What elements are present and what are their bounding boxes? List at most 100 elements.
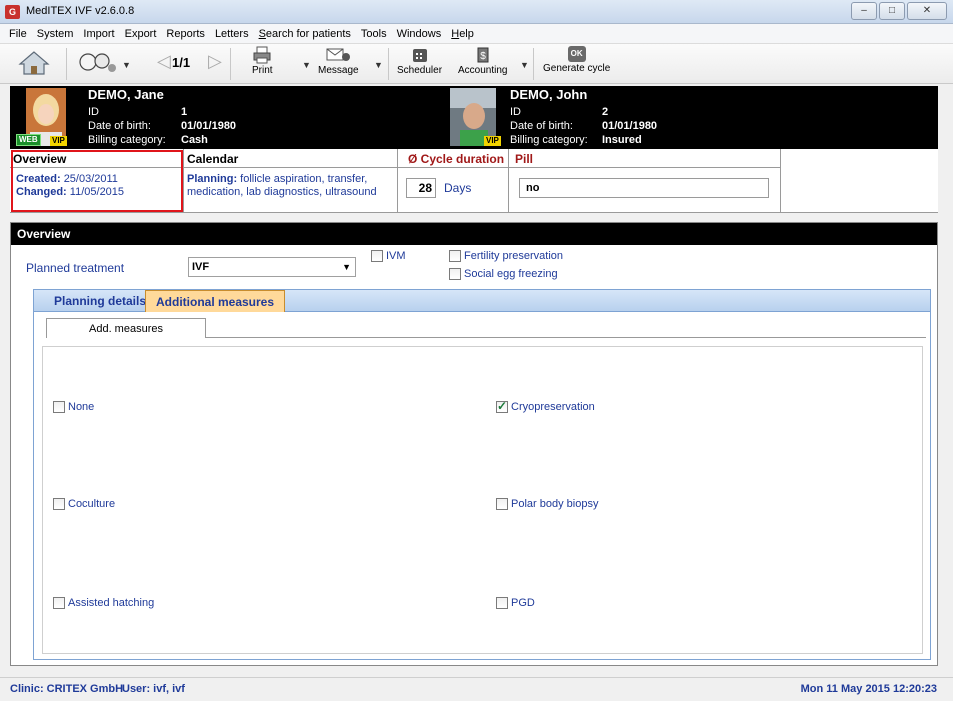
menu-file[interactable]: File [4, 28, 32, 40]
menu-import[interactable]: Import [78, 28, 119, 40]
home-button[interactable] [18, 50, 50, 77]
pgd-checkbox[interactable]: PGD [496, 597, 535, 609]
female-patient-dob: 01/01/1980 [181, 120, 237, 132]
vip-badge: VIP [50, 136, 67, 146]
id-label: ID [510, 106, 521, 118]
male-patient-dob: 01/01/1980 [602, 120, 658, 132]
home-icon [18, 51, 50, 75]
patients-icon [79, 53, 116, 72]
overview-tabs: Planning details Additional measures [33, 289, 931, 312]
checkbox-box [449, 250, 461, 262]
planned-treatment-label: Planned treatment [26, 261, 125, 275]
scheduler-label: Scheduler [397, 65, 443, 76]
window-title: MedITEX IVF v2.6.0.8 [26, 5, 135, 17]
tab-additional-measures[interactable]: Additional measures [145, 290, 286, 312]
next-icon[interactable]: ▷ [208, 51, 222, 72]
dob-label: Date of birth: [88, 120, 151, 132]
menu-export[interactable]: Export [120, 28, 162, 40]
calendar-cell[interactable]: Calendar Planning: follicle aspiration, … [184, 149, 398, 212]
measure-label: Coculture [68, 498, 116, 510]
patients-button[interactable] [76, 50, 118, 77]
subtab-add-measures[interactable]: Add. measures [46, 318, 206, 338]
close-button[interactable]: ✕ [907, 2, 947, 20]
generate-cycle-label: Generate cycle [543, 63, 611, 74]
chevron-down-icon[interactable]: ▼ [302, 60, 311, 70]
user-status: User: ivf, ivf [122, 683, 185, 695]
menu-windows[interactable]: Windows [392, 28, 447, 40]
overview-highlight [11, 150, 183, 212]
checkbox-box [53, 597, 65, 609]
chevron-down-icon[interactable]: ▼ [122, 60, 131, 70]
fertility-preservation-label: Fertility preservation [464, 250, 564, 262]
measure-label: Cryopreservation [511, 401, 595, 413]
assisted-hatching-checkbox[interactable]: Assisted hatching [53, 597, 154, 609]
window-controls: – □ ✕ [851, 2, 947, 20]
polar-body-biopsy-checkbox[interactable]: Polar body biopsy [496, 498, 598, 510]
menu-help[interactable]: Help [446, 28, 479, 40]
measure-label: Polar body biopsy [511, 498, 599, 510]
menu-letters[interactable]: Letters [210, 28, 254, 40]
print-button[interactable]: Print [252, 46, 273, 76]
app-icon: G [5, 5, 20, 19]
message-button[interactable]: Message [318, 46, 359, 76]
female-patient-id: 1 [181, 106, 188, 118]
vip-badge: VIP [484, 136, 501, 146]
checkbox-box [496, 498, 508, 510]
female-patient-name: DEMO, Jane [88, 87, 164, 102]
checkbox-box [53, 498, 65, 510]
social-egg-freezing-label: Social egg freezing [464, 268, 558, 280]
menu-system[interactable]: System [32, 28, 79, 40]
menu-search-for-patients[interactable]: Search for patients [254, 28, 356, 40]
calendar-icon [412, 49, 427, 62]
title-bar: G MedITEX IVF v2.6.0.8 – □ ✕ [0, 0, 953, 24]
dob-label: Date of birth: [510, 120, 573, 132]
measures-group: None Cryopreservation Coculture Polar bo… [42, 346, 923, 654]
print-label: Print [252, 65, 273, 76]
checkbox-box [449, 268, 461, 280]
checkbox-box [53, 401, 65, 413]
previous-icon[interactable]: ◁ [157, 51, 171, 72]
accounting-icon: $ [477, 47, 489, 63]
calendar-heading: Calendar [187, 152, 239, 166]
male-billing-category: Insured [602, 134, 642, 146]
pill-input[interactable]: no [519, 178, 769, 198]
coculture-checkbox[interactable]: Coculture [53, 498, 115, 510]
measure-label: PGD [511, 597, 535, 609]
accounting-label: Accounting [458, 65, 508, 76]
patient-header: WEB VIP DEMO, Jane ID 1 Date of birth: 0… [10, 86, 938, 149]
cryopreservation-checkbox[interactable]: Cryopreservation [496, 399, 595, 413]
svg-text:$: $ [480, 51, 486, 62]
record-position: 1/1 [172, 55, 191, 70]
ok-icon: OK [567, 46, 586, 62]
measure-label: None [68, 401, 95, 413]
additional-measures-pane: Add. measures None Cryopreservation Cocu… [33, 312, 931, 660]
planned-treatment-select[interactable]: IVF ▼ [188, 257, 356, 277]
web-badge: WEB [16, 134, 41, 146]
printer-icon [253, 46, 271, 64]
maximize-button[interactable]: □ [879, 2, 905, 20]
datetime-status: Mon 11 May 2015 12:20:23 [800, 683, 937, 695]
menu-reports[interactable]: Reports [161, 28, 210, 40]
status-bar: Clinic: CRITEX GmbH User: ivf, ivf Mon 1… [0, 677, 953, 701]
planned-treatment-value: IVF [192, 261, 210, 273]
chevron-down-icon[interactable]: ▼ [520, 60, 529, 70]
accounting-button[interactable]: $ Accounting [458, 46, 507, 76]
cycle-days-input[interactable]: 28 [406, 178, 436, 198]
tab-planning-details[interactable]: Planning details [44, 290, 156, 312]
male-patient-id: 2 [602, 106, 609, 118]
fertility-preservation-checkbox[interactable]: Fertility preservation [449, 250, 563, 262]
minimize-button[interactable]: – [851, 2, 877, 20]
social-egg-freezing-checkbox[interactable]: Social egg freezing [449, 268, 558, 280]
billing-label: Billing category: [88, 134, 166, 146]
scheduler-button[interactable]: Scheduler [397, 46, 442, 76]
ivm-checkbox[interactable]: IVM [371, 250, 406, 262]
female-billing-category: Cash [181, 134, 208, 146]
chevron-down-icon[interactable]: ▼ [374, 60, 383, 70]
planning-row-2: medication, lab diagnostics, ultrasound [187, 186, 377, 198]
none-checkbox[interactable]: None [53, 401, 94, 413]
billing-label: Billing category: [510, 134, 588, 146]
menu-tools[interactable]: Tools [356, 28, 392, 40]
id-label: ID [88, 106, 99, 118]
measure-label: Assisted hatching [68, 597, 155, 609]
generate-cycle-button[interactable]: OK Generate cycle [543, 46, 610, 74]
